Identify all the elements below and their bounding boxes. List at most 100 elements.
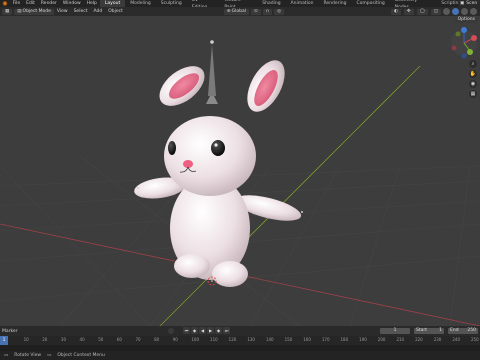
cube-icon: ▦ — [5, 8, 10, 14]
menu-window[interactable]: Window — [60, 0, 84, 7]
current-frame-field[interactable]: 1 — [380, 328, 410, 334]
shading-group: ◐ ✥ ◯ ◫ — [389, 8, 480, 15]
menu-view[interactable]: View — [54, 9, 71, 15]
timeline-header: Marker ⏮ ◆ ◀ ▶ ◆ ⏭ 1 Start 1 End 250 — [0, 326, 480, 336]
playback-controls: ⏮ ◆ ◀ ▶ ◆ ⏭ — [183, 327, 230, 334]
blender-logo-icon[interactable]: ◉ — [0, 0, 10, 7]
viewport-header: ▦ ▤ Object Mode View Select Add Object ⊕… — [0, 7, 480, 16]
overlay-icon: ◯ — [419, 8, 425, 14]
end-frame-field[interactable]: End 250 — [448, 328, 478, 334]
ruler-tick-label: 200 — [377, 337, 386, 342]
snap-button[interactable]: ∩ — [262, 8, 273, 15]
tab-animation[interactable]: Animation — [286, 0, 319, 7]
menu-edit[interactable]: Edit — [23, 0, 38, 7]
end-label: End — [450, 328, 459, 333]
rendered-shading-icon[interactable] — [470, 8, 477, 15]
3d-viewport[interactable]: Options ⌕ ✋ ◉ ▦ — [0, 16, 480, 326]
ruler-tick-label: 60 — [116, 337, 122, 342]
status-context-menu: Object Context Menu — [57, 353, 105, 358]
menu-object[interactable]: Object — [105, 9, 126, 15]
camera-view-icon[interactable]: ◉ — [469, 80, 477, 88]
editor-type-button[interactable]: ▦ — [2, 8, 13, 15]
ruler-tick-label: 40 — [79, 337, 85, 342]
navigation-gizmo[interactable] — [451, 27, 477, 59]
menu-file[interactable]: File — [10, 0, 24, 7]
start-value: 1 — [439, 328, 442, 333]
menu-help[interactable]: Help — [84, 0, 100, 7]
xray-icon: ◫ — [433, 8, 438, 14]
tab-layout[interactable]: Layout — [99, 0, 126, 7]
marker-menu[interactable]: Marker — [0, 329, 18, 334]
jump-start-icon[interactable]: ⏮ — [183, 327, 190, 334]
menu-add[interactable]: Add — [90, 9, 105, 15]
magnet-icon: ∩ — [265, 8, 270, 14]
tab-modeling[interactable]: Modeling — [125, 0, 155, 7]
hand-pan-icon[interactable]: ✋ — [469, 70, 477, 78]
start-label: Start — [416, 328, 427, 333]
ruler-tick-label: 70 — [135, 337, 141, 342]
record-button[interactable] — [168, 328, 174, 334]
jump-end-icon[interactable]: ⏭ — [223, 327, 230, 334]
origin-dot-left — [137, 187, 139, 189]
tab-shading[interactable]: Shading — [257, 0, 285, 7]
ruler-tick-label: 80 — [154, 337, 160, 342]
status-bar: ▭ Rotate View ▭ Object Context Menu — [0, 351, 480, 360]
solid-shading-icon[interactable] — [452, 8, 459, 15]
current-frame-indicator[interactable]: 1 — [0, 336, 8, 345]
menu-select[interactable]: Select — [71, 9, 91, 15]
wireframe-shading-icon[interactable] — [443, 8, 450, 15]
play-reverse-icon[interactable]: ◀ — [199, 327, 206, 334]
pivot-button[interactable]: ⊙ — [250, 8, 261, 15]
ruler-tick-label: 110 — [210, 337, 218, 342]
ruler-tick-label: 50 — [98, 337, 104, 342]
play-icon[interactable]: ▶ — [207, 327, 214, 334]
mouse-right-icon: ▭ — [47, 353, 52, 358]
gizmo-button[interactable]: ✥ — [403, 8, 414, 15]
ruler-tick-label: 250 — [471, 337, 479, 342]
tab-compositing[interactable]: Compositing — [351, 0, 389, 7]
ruler-tick-label: 120 — [228, 337, 237, 342]
material-shading-icon[interactable] — [461, 8, 468, 15]
mode-label: Object Mode — [22, 8, 51, 14]
ruler-tick-label: 180 — [340, 337, 349, 342]
xray-button[interactable]: ◫ — [430, 8, 441, 15]
scene-selector[interactable]: ▣ Scen — [458, 0, 480, 7]
ruler-tick-label: 210 — [396, 337, 405, 342]
status-rotate-view: Rotate View — [14, 353, 42, 358]
ruler-tick-label: 30 — [60, 337, 66, 342]
bunny-model[interactable] — [133, 40, 304, 287]
viewport-canvas — [0, 27, 480, 326]
end-value: 250 — [467, 328, 476, 333]
overlay-button[interactable]: ◯ — [416, 8, 428, 15]
ruler-tick-label: 130 — [247, 337, 255, 342]
tab-sculpting[interactable]: Sculpting — [156, 0, 187, 7]
ruler-tick-label: 100 — [191, 337, 200, 342]
ruler-tick-label: 230 — [433, 337, 442, 342]
mouse-icon: ▭ — [4, 353, 9, 358]
top-bar: ◉ File Edit Render Window Help Layout Mo… — [0, 0, 480, 10]
options-dropdown[interactable]: Options — [454, 17, 478, 23]
transform-orientation[interactable]: ⊕ Global — [223, 8, 249, 15]
scene-label: Scen — [466, 1, 478, 6]
frame-ruler[interactable]: 1 10 20 30 40 50 60 70 80 90 100 110 120 130 140 150 16… — [0, 336, 480, 345]
proportional-edit-button[interactable]: ◎ — [274, 8, 284, 15]
globe-icon: ⊕ — [226, 8, 231, 14]
mode-selector[interactable]: ▤ Object Mode — [14, 8, 54, 15]
ruler-tick-label: 10 — [23, 337, 29, 342]
visibility-button[interactable]: ◐ — [390, 8, 401, 15]
ruler-tick-label: 220 — [415, 337, 423, 342]
proportional-icon: ◎ — [277, 8, 281, 14]
ruler-tick-label: 160 — [303, 337, 311, 342]
ruler-tick-label: 90 — [172, 337, 178, 342]
next-keyframe-icon[interactable]: ◆ — [215, 327, 222, 334]
transform-label: Global — [231, 8, 246, 14]
ruler-tick-label: 240 — [452, 337, 460, 342]
perspective-toggle-icon[interactable]: ▦ — [469, 90, 477, 98]
pivot-icon: ⊙ — [253, 8, 258, 14]
prev-keyframe-icon[interactable]: ◆ — [191, 327, 198, 334]
tab-rendering[interactable]: Rendering — [319, 0, 352, 7]
gizmo-icon: ✥ — [406, 8, 411, 14]
start-frame-field[interactable]: Start 1 — [414, 328, 444, 334]
menu-render[interactable]: Render — [38, 0, 60, 7]
zoom-icon[interactable]: ⌕ — [469, 60, 477, 68]
